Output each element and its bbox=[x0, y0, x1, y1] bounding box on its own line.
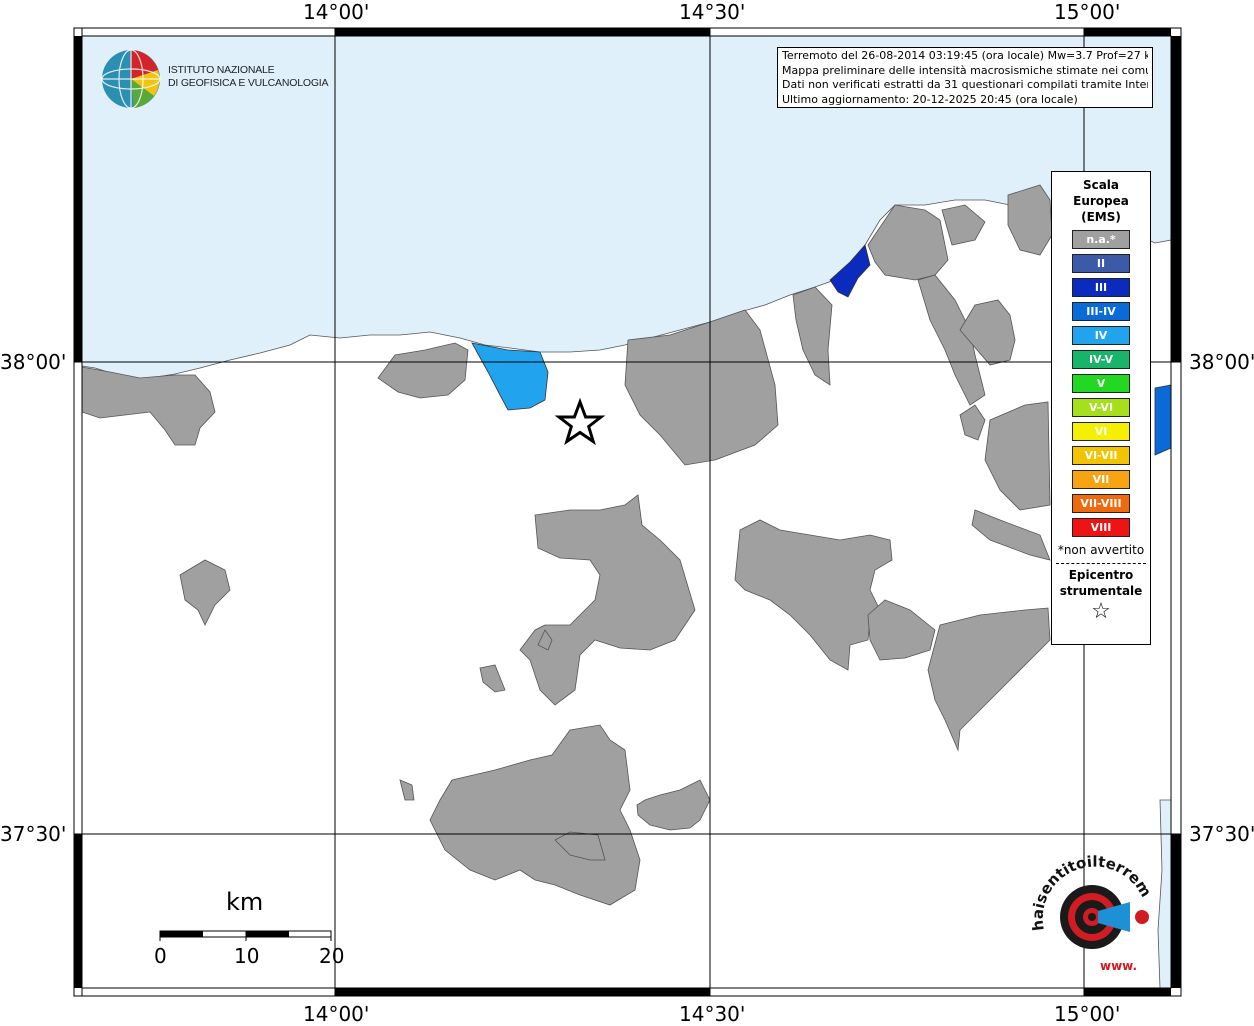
legend-swatches: n.a.* II III III-IV IV IV-V V V-VI VI VI-VII VII VI… bbox=[1052, 230, 1150, 537]
lon-label-bottom-3: 15°00' bbox=[1054, 1002, 1121, 1026]
logo-line-2: DI GEOFISICA E VULCANOLOGIA bbox=[168, 77, 329, 89]
event-info-line-4: Ultimo aggiornamento: 20-12-2025 20:45 (… bbox=[782, 92, 1078, 106]
legend-swatch-7: V-VI bbox=[1072, 398, 1130, 417]
legend-title: Scala Europea (EMS) bbox=[1052, 177, 1150, 225]
lat-label-left-2: 37°30' bbox=[0, 822, 67, 846]
event-info-line-1: Terremoto del 26-08-2014 03:19:45 (ora l… bbox=[782, 49, 1148, 62]
legend-swatch-12: VIII bbox=[1072, 518, 1130, 537]
ems-legend: Scala Europea (EMS) n.a.* II III III-IV IV IV… bbox=[1051, 171, 1151, 645]
event-info-line-2: Mappa preliminare delle intensità macros… bbox=[782, 63, 1148, 77]
legend-swatch-3: III-IV bbox=[1072, 302, 1130, 321]
scale-label-0: 0 bbox=[154, 944, 167, 968]
scale-label-20: 20 bbox=[319, 944, 345, 968]
ingv-globe-logo bbox=[101, 49, 161, 109]
legend-swatch-5: IV-V bbox=[1072, 350, 1130, 369]
lon-label-bottom-2: 14°30' bbox=[679, 1002, 746, 1026]
lat-label-right-1: 38°00' bbox=[1189, 350, 1254, 374]
legend-title-line-1: Scala bbox=[1082, 178, 1120, 192]
lat-label-right-2: 37°30' bbox=[1189, 822, 1254, 846]
legend-swatch-10: VII bbox=[1072, 470, 1130, 489]
haisentito-badge: haisentitoilterremoto.it www. bbox=[1030, 855, 1155, 973]
legend-swatch-4: IV bbox=[1072, 326, 1130, 345]
legend-star-icon: ☆ bbox=[1091, 599, 1111, 624]
legend-epicenter-label: Epicentro strumentale bbox=[1052, 567, 1150, 599]
legend-swatch-0: n.a.* bbox=[1072, 230, 1130, 249]
legend-swatch-8: VI bbox=[1072, 422, 1130, 441]
lon-label-top-1: 14°00' bbox=[303, 0, 370, 24]
legend-swatch-6: V bbox=[1072, 374, 1130, 393]
legend-swatch-11: VII-VIII bbox=[1072, 494, 1130, 513]
municipality-intensity-III-IV bbox=[1154, 384, 1172, 456]
legend-title-line-2: Europea bbox=[1073, 194, 1129, 208]
scale-label-10: 10 bbox=[234, 944, 260, 968]
ingv-logo-text: ISTITUTO NAZIONALE DI GEOFISICA E VULCAN… bbox=[168, 64, 329, 90]
lon-label-bottom-1: 14°00' bbox=[303, 1002, 370, 1026]
legend-epicenter-line-1: Epicentro bbox=[1068, 568, 1134, 582]
badge-www: www. bbox=[1100, 959, 1137, 973]
legend-note: *non avvertito bbox=[1057, 543, 1145, 557]
scale-unit: km bbox=[226, 888, 264, 916]
legend-epicenter-line-2: strumentale bbox=[1059, 584, 1143, 598]
lon-label-top-2: 14°30' bbox=[679, 0, 746, 24]
lon-label-top-3: 15°00' bbox=[1054, 0, 1121, 24]
legend-divider bbox=[1056, 563, 1146, 564]
lat-label-left-1: 38°00' bbox=[0, 350, 67, 374]
event-info-line-3: Dati non verificati estratti da 31 quest… bbox=[782, 78, 1148, 91]
legend-swatch-1: II bbox=[1072, 254, 1130, 273]
logo-line-1: ISTITUTO NAZIONALE bbox=[168, 64, 275, 76]
event-info-box: Terremoto del 26-08-2014 03:19:45 (ora l… bbox=[777, 47, 1153, 108]
legend-title-line-3: (EMS) bbox=[1081, 210, 1121, 224]
legend-swatch-9: VI-VII bbox=[1072, 446, 1130, 465]
legend-swatch-2: III bbox=[1072, 278, 1130, 297]
